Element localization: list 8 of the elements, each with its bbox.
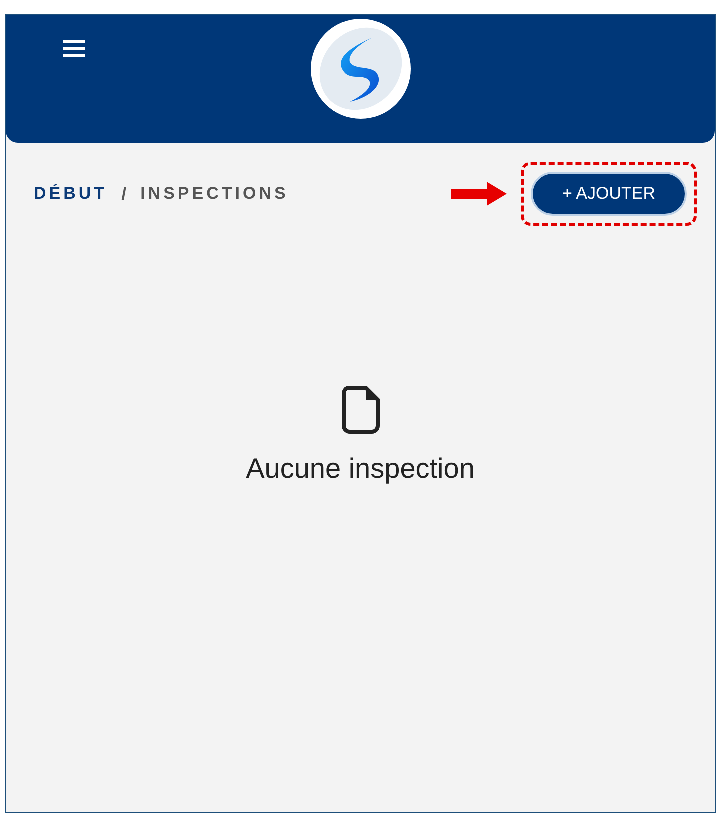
menu-icon[interactable]: [63, 39, 85, 57]
document-icon: [342, 386, 380, 434]
pointer-arrow: [451, 182, 507, 206]
add-button[interactable]: + AJOUTER: [531, 172, 687, 216]
breadcrumb-separator: /: [122, 182, 127, 206]
empty-message: Aucune inspection: [246, 452, 475, 486]
breadcrumb-link[interactable]: DÉBUT: [34, 181, 108, 207]
breadcrumb-current: INSPECTIONS: [140, 183, 289, 206]
